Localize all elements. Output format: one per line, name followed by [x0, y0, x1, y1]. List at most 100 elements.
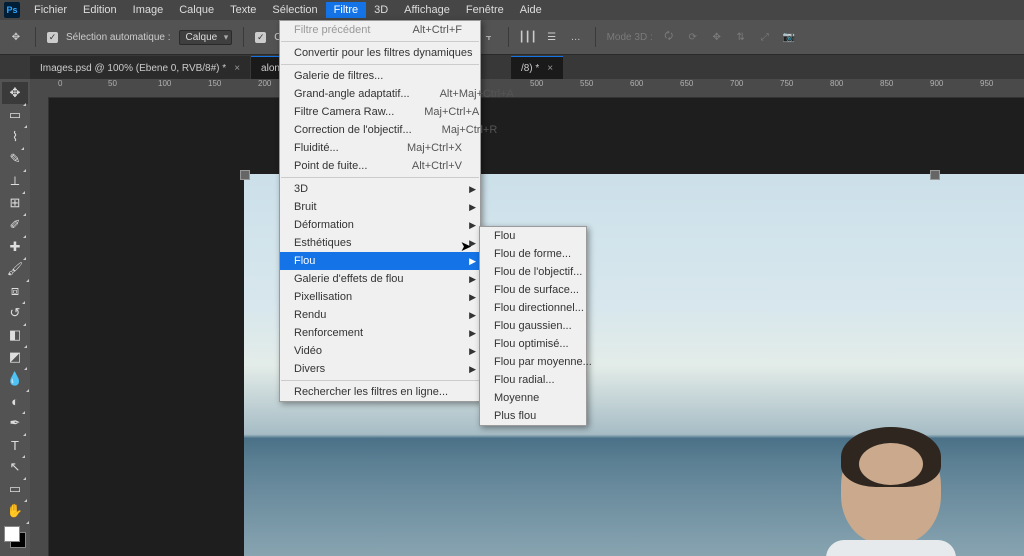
- ruler-tick: 500: [530, 79, 543, 88]
- submenu-rendu[interactable]: Rendu▶: [280, 306, 480, 324]
- menuitem-filtre-precedent[interactable]: Filtre précédent Alt+Ctrl+F: [280, 21, 480, 39]
- submenu-video[interactable]: Vidéo▶: [280, 342, 480, 360]
- autoselect-checkbox[interactable]: ✓: [47, 32, 58, 43]
- frame-tool[interactable]: ⊞: [2, 192, 28, 214]
- brush-tool[interactable]: 🖌: [2, 258, 28, 280]
- eraser-tool[interactable]: ◧: [2, 324, 28, 346]
- menuitem-label: Galerie d'effets de flou: [294, 273, 404, 285]
- distribute-h-icon[interactable]: ┃┃┃: [520, 29, 536, 45]
- close-icon[interactable]: ×: [234, 63, 240, 74]
- crop-tool[interactable]: ⟂: [2, 170, 28, 192]
- menu-fenetre[interactable]: Fenêtre: [458, 2, 512, 18]
- move-tool[interactable]: ✥: [2, 82, 28, 104]
- menuitem-point-fuite[interactable]: Point de fuite...Alt+Ctrl+V: [280, 157, 480, 175]
- close-icon[interactable]: ×: [547, 63, 553, 74]
- quickselect-tool[interactable]: ✎: [2, 148, 28, 170]
- path-tool[interactable]: ↖: [2, 456, 28, 478]
- submenu-divers[interactable]: Divers▶: [280, 360, 480, 378]
- menuitem-flou-surface[interactable]: Flou de surface...: [480, 281, 586, 299]
- menu-fichier[interactable]: Fichier: [26, 2, 75, 18]
- ruler-tick: 900: [930, 79, 943, 88]
- distribute-v-icon[interactable]: ☰: [544, 29, 560, 45]
- menuitem-label: Déformation: [294, 219, 354, 231]
- menuitem-label: Flou gaussien...: [494, 320, 572, 332]
- menu-filtre[interactable]: Filtre: [326, 2, 366, 18]
- menuitem-galerie-filtres[interactable]: Galerie de filtres...: [280, 67, 480, 85]
- menu-edition[interactable]: Edition: [75, 2, 125, 18]
- color-swatches[interactable]: [4, 526, 26, 548]
- doc-tab-2b[interactable]: /8) * ×: [511, 56, 563, 79]
- ruler-origin[interactable]: [30, 79, 49, 98]
- menuitem-label: Flou de surface...: [494, 284, 579, 296]
- transform-handle[interactable]: [930, 170, 940, 180]
- ruler-vertical[interactable]: [30, 97, 49, 556]
- menu-affichage[interactable]: Affichage: [396, 2, 458, 18]
- menuitem-flou-forme[interactable]: Flou de forme...: [480, 245, 586, 263]
- roll-icon: ⟳: [685, 29, 701, 45]
- show-controls-checkbox[interactable]: ✓: [255, 32, 266, 43]
- menuitem-label: Rendu: [294, 309, 326, 321]
- submenu-bruit[interactable]: Bruit▶: [280, 198, 480, 216]
- menu-aide[interactable]: Aide: [512, 2, 550, 18]
- submenu-flou[interactable]: Flou▶: [280, 252, 480, 270]
- menu-3d[interactable]: 3D: [366, 2, 396, 18]
- orbit-icon: 🗘: [661, 29, 677, 45]
- menuitem-flou-optimise[interactable]: Flou optimisé...: [480, 335, 586, 353]
- history-brush-tool[interactable]: ↺: [2, 302, 28, 324]
- autoselect-label: Sélection automatique :: [66, 32, 171, 43]
- shape-tool[interactable]: ▭: [2, 478, 28, 500]
- menu-image[interactable]: Image: [125, 2, 172, 18]
- more-align-icon[interactable]: …: [568, 29, 584, 45]
- menuitem-plus-flou[interactable]: Plus flou: [480, 407, 586, 425]
- menuitem-convert-smart[interactable]: Convertir pour les filtres dynamiques: [280, 44, 480, 62]
- menuitem-flou-radial[interactable]: Flou radial...: [480, 371, 586, 389]
- submenu-esthetiques[interactable]: Esthétiques▶: [280, 234, 480, 252]
- menuitem-label: Flou directionnel...: [494, 302, 584, 314]
- gradient-tool[interactable]: ◩: [2, 346, 28, 368]
- chevron-right-icon: ▶: [469, 220, 476, 231]
- submenu-pixellisation[interactable]: Pixellisation▶: [280, 288, 480, 306]
- dodge-tool[interactable]: ◐: [2, 390, 28, 412]
- menuitem-flou[interactable]: Flou: [480, 227, 586, 245]
- marquee-tool[interactable]: ▭: [2, 104, 28, 126]
- lasso-tool[interactable]: ⌇: [2, 126, 28, 148]
- menuitem-flou-objectif[interactable]: Flou de l'objectif...: [480, 263, 586, 281]
- eyedropper-tool[interactable]: ✐: [2, 214, 28, 236]
- menuitem-grand-angle[interactable]: Grand-angle adaptatif...Alt+Maj+Ctrl+A: [280, 85, 480, 103]
- menu-calque[interactable]: Calque: [171, 2, 222, 18]
- type-tool[interactable]: T: [2, 434, 28, 456]
- submenu-3d[interactable]: 3D▶: [280, 180, 480, 198]
- align-bottom-icon[interactable]: ⫟: [481, 29, 497, 45]
- ruler-horizontal[interactable]: 0 50 100 150 200 500 550 600 650 700 750…: [48, 79, 1024, 98]
- submenu-deformation[interactable]: Déformation ▶: [280, 216, 480, 234]
- menuitem-shortcut: Maj+Ctrl+X: [377, 142, 462, 154]
- hand-tool[interactable]: ✋: [2, 500, 28, 522]
- doc-tab-2b-label: /8) *: [521, 63, 539, 74]
- menuitem-label: Flou optimisé...: [494, 338, 569, 350]
- menuitem-flou-directionnel[interactable]: Flou directionnel...: [480, 299, 586, 317]
- autoselect-target[interactable]: Calque: [179, 30, 233, 45]
- menuitem-shortcut: Alt+Maj+Ctrl+A: [410, 88, 514, 100]
- transform-handle[interactable]: [240, 170, 250, 180]
- menuitem-label: Galerie de filtres...: [294, 70, 383, 82]
- menuitem-correction-objectif[interactable]: Correction de l'objectif...Maj+Ctrl+R: [280, 121, 480, 139]
- menuitem-flou-moyenne[interactable]: Flou par moyenne...: [480, 353, 586, 371]
- menuitem-rechercher-filtres[interactable]: Rechercher les filtres en ligne...: [280, 383, 480, 401]
- submenu-galerie-flou[interactable]: Galerie d'effets de flou▶: [280, 270, 480, 288]
- heal-tool[interactable]: ✚: [2, 236, 28, 258]
- menuitem-fluidite[interactable]: Fluidité...Maj+Ctrl+X: [280, 139, 480, 157]
- menuitem-camera-raw[interactable]: Filtre Camera Raw...Maj+Ctrl+A: [280, 103, 480, 121]
- menu-selection[interactable]: Sélection: [264, 2, 325, 18]
- chevron-right-icon: ▶: [469, 292, 476, 303]
- menu-texte[interactable]: Texte: [222, 2, 264, 18]
- options-bar: ✥ ✓ Sélection automatique : Calque ✓ Opt…: [0, 20, 1024, 55]
- document-tabs: Images.psd @ 100% (Ebene 0, RVB/8#) *× a…: [0, 55, 1024, 79]
- blur-tool[interactable]: 💧: [2, 368, 28, 390]
- pen-tool[interactable]: ✒: [2, 412, 28, 434]
- mode3d-label: Mode 3D :: [607, 32, 653, 43]
- doc-tab-1[interactable]: Images.psd @ 100% (Ebene 0, RVB/8#) *×: [30, 56, 250, 79]
- submenu-renforcement[interactable]: Renforcement▶: [280, 324, 480, 342]
- stamp-tool[interactable]: ⧈: [2, 280, 28, 302]
- menuitem-moyenne[interactable]: Moyenne: [480, 389, 586, 407]
- menuitem-flou-gaussien[interactable]: Flou gaussien...: [480, 317, 586, 335]
